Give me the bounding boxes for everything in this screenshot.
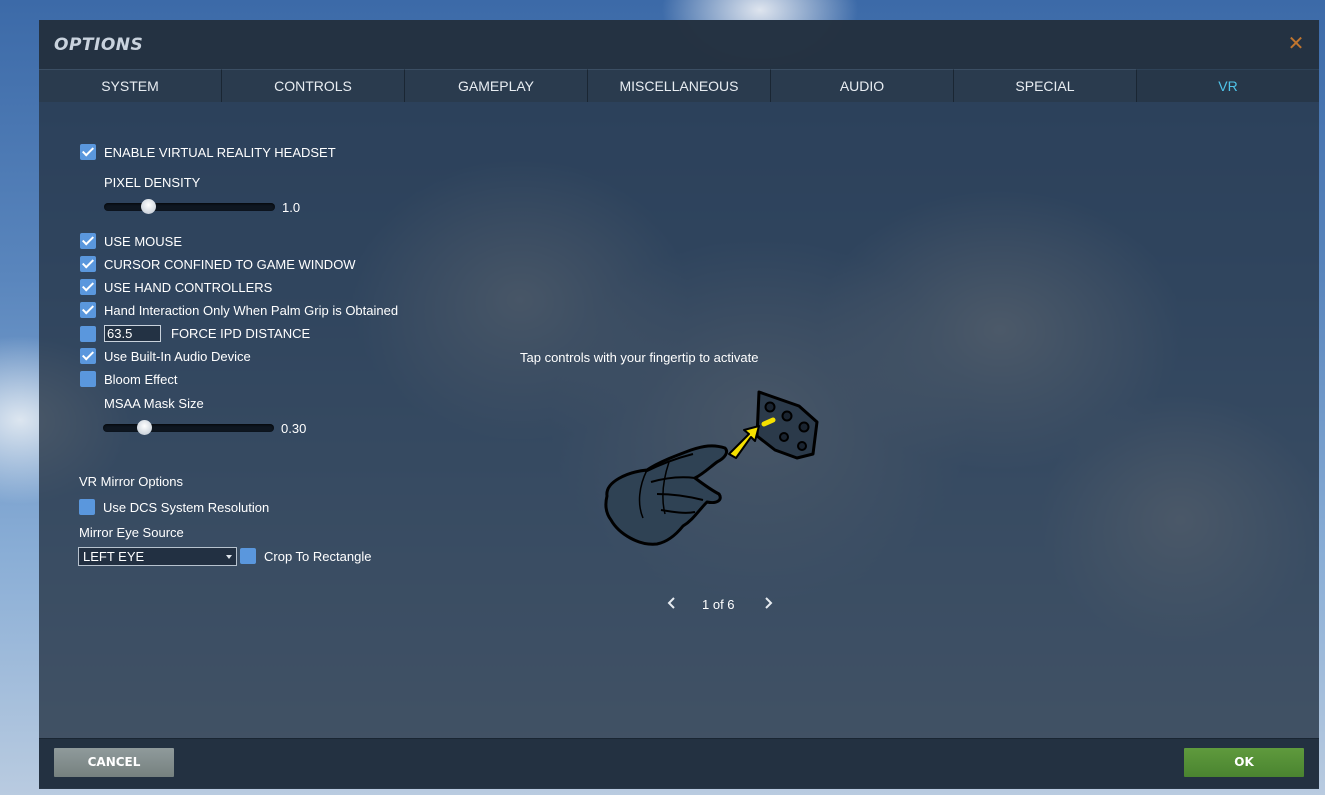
close-icon[interactable]: ✕ (1287, 33, 1305, 53)
cancel-button[interactable]: CANCEL (54, 748, 174, 777)
pixel-density-slider-knob[interactable] (141, 199, 157, 214)
mirror-eye-source-value: LEFT EYE (83, 549, 145, 564)
tab-miscellaneous[interactable]: MISCELLANEOUS (588, 69, 771, 102)
options-window: OPTIONS ✕ SYSTEM CONTROLS GAMEPLAY MISCE… (39, 20, 1319, 789)
use-mouse-label: USE MOUSE (104, 233, 183, 249)
builtin-audio-label: Use Built-In Audio Device (104, 348, 251, 364)
pixel-density-slider[interactable] (104, 199, 275, 214)
builtin-audio-checkbox[interactable] (80, 348, 96, 364)
hand-controllers-checkbox[interactable] (80, 279, 96, 295)
palm-grip-checkbox[interactable] (80, 302, 96, 318)
use-mouse-checkbox[interactable] (80, 233, 96, 249)
tutorial-caption: Tap controls with your fingertip to acti… (520, 350, 759, 365)
mirror-eye-source-select[interactable]: LEFT EYE (78, 547, 237, 566)
bloom-option: Bloom Effect (80, 371, 177, 387)
dcs-resolution-checkbox[interactable] (79, 499, 95, 515)
use-mouse-option: USE MOUSE (80, 233, 182, 249)
cursor-confined-checkbox[interactable] (80, 256, 96, 272)
tab-controls[interactable]: CONTROLS (222, 69, 405, 102)
ok-button[interactable]: OK (1184, 748, 1304, 777)
tab-system[interactable]: SYSTEM (39, 69, 222, 102)
title-bar: OPTIONS ✕ (39, 20, 1319, 69)
tab-gameplay[interactable]: GAMEPLAY (405, 69, 588, 102)
msaa-mask-slider[interactable] (103, 420, 274, 435)
force-ipd-checkbox[interactable] (80, 325, 96, 342)
crop-rectangle-checkbox[interactable] (240, 548, 256, 564)
prev-page-button[interactable] (665, 595, 679, 611)
force-ipd-label: FORCE IPD DISTANCE (171, 326, 311, 341)
chevron-left-icon (667, 597, 675, 609)
tab-audio[interactable]: AUDIO (771, 69, 954, 102)
enable-headset-label: ENABLE VIRTUAL REALITY HEADSET (104, 144, 336, 160)
hand-controllers-option: USE HAND CONTROLLERS (80, 279, 272, 295)
dcs-resolution-option: Use DCS System Resolution (79, 499, 269, 515)
chevron-down-icon (226, 555, 232, 559)
footer-bar: CANCEL OK (39, 738, 1319, 789)
vr-settings-panel: ENABLE VIRTUAL REALITY HEADSET PIXEL DEN… (39, 102, 1319, 738)
mirror-eye-source-label: Mirror Eye Source (79, 525, 184, 540)
msaa-mask-label: MSAA Mask Size (104, 396, 204, 411)
mirror-options-heading: VR Mirror Options (79, 474, 184, 489)
tab-bar: SYSTEM CONTROLS GAMEPLAY MISCELLANEOUS A… (39, 69, 1319, 102)
cursor-confined-option: CURSOR CONFINED TO GAME WINDOW (80, 256, 356, 272)
builtin-audio-option: Use Built-In Audio Device (80, 348, 251, 364)
window-title: OPTIONS (54, 35, 144, 55)
msaa-mask-slider-knob[interactable] (137, 420, 153, 435)
enable-headset-checkbox[interactable] (80, 144, 96, 160)
chevron-right-icon (765, 597, 773, 609)
ipd-distance-input[interactable]: 63.5 (104, 325, 161, 342)
hand-controllers-label: USE HAND CONTROLLERS (104, 279, 273, 295)
next-page-button[interactable] (761, 595, 775, 611)
bloom-checkbox[interactable] (80, 371, 96, 387)
crop-rectangle-label: Crop To Rectangle (264, 548, 372, 564)
tutorial-page-indicator: 1 of 6 (702, 597, 735, 612)
enable-headset-option: ENABLE VIRTUAL REALITY HEADSET (80, 144, 336, 160)
force-ipd-option: 63.5 FORCE IPD DISTANCE (80, 325, 310, 342)
pixel-density-label: PIXEL DENSITY (104, 175, 201, 190)
tab-special[interactable]: SPECIAL (954, 69, 1137, 102)
dcs-resolution-label: Use DCS System Resolution (103, 499, 270, 515)
bloom-label: Bloom Effect (104, 371, 178, 387)
msaa-mask-value: 0.30 (281, 421, 307, 436)
crop-rectangle-option: Crop To Rectangle (240, 548, 371, 564)
cursor-confined-label: CURSOR CONFINED TO GAME WINDOW (104, 256, 356, 272)
palm-grip-option: Hand Interaction Only When Palm Grip is … (80, 302, 398, 318)
palm-grip-label: Hand Interaction Only When Palm Grip is … (104, 302, 399, 318)
gloved-hand-tapping-panel-icon (604, 390, 819, 546)
pixel-density-value: 1.0 (282, 200, 301, 215)
tab-vr[interactable]: VR (1137, 69, 1319, 102)
